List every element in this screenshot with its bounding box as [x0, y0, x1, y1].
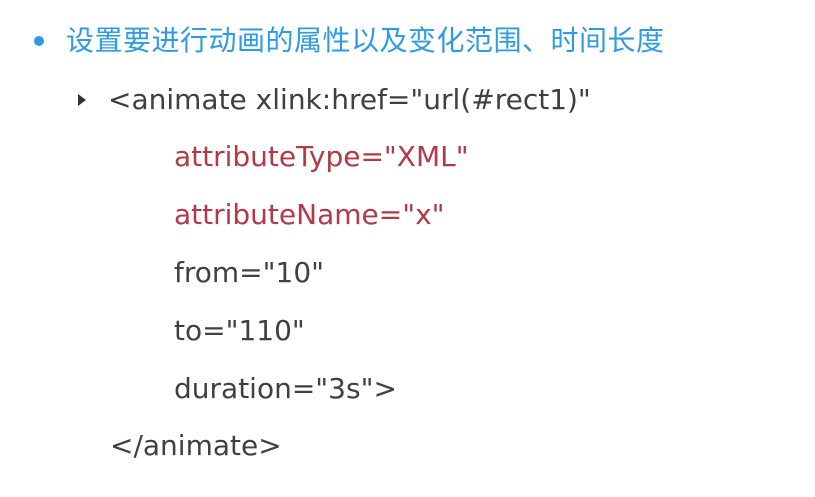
triangle-right-icon	[78, 94, 86, 106]
code-line-7: </animate>	[110, 429, 282, 462]
code-line-1: <animate xlink:href="url(#rect1)"	[108, 83, 591, 116]
code-line-4: from="10"	[174, 256, 325, 289]
bullet-dot-icon	[34, 36, 44, 46]
slide-canvas: 设置要进行动画的属性以及变化范围、时间长度 <animate xlink:hre…	[0, 0, 815, 497]
code-line-5: to="110"	[174, 314, 305, 347]
code-line-2: attributeType="XML"	[174, 140, 469, 173]
code-line-6: duration="3s">	[174, 372, 397, 405]
slide-heading: 设置要进行动画的属性以及变化范围、时间长度	[66, 24, 665, 57]
slide-heading-row: 设置要进行动画的属性以及变化范围、时间长度	[34, 20, 665, 62]
code-line-3: attributeName="x"	[174, 198, 445, 231]
code-first-row: <animate xlink:href="url(#rect1)"	[78, 79, 591, 121]
